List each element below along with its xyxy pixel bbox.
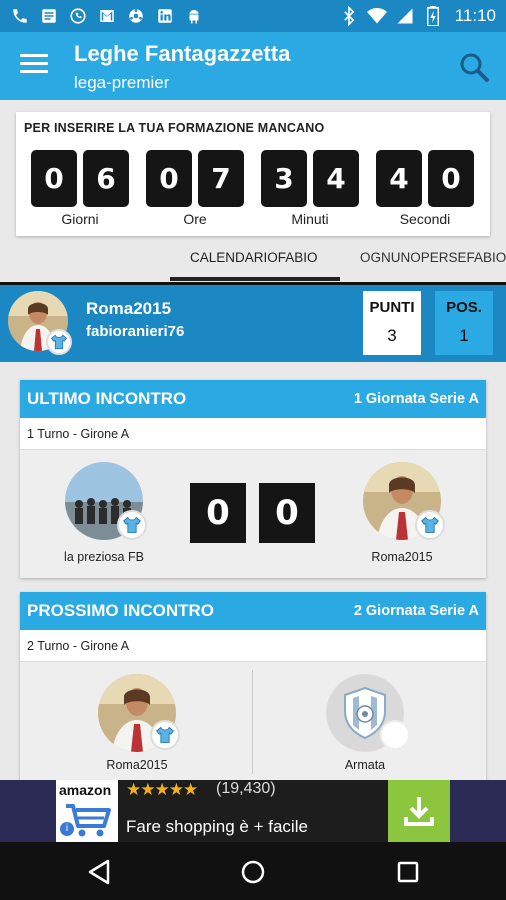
- away-team-name: Armata: [344, 758, 386, 772]
- card-title: ULTIMO INCONTRO: [27, 389, 187, 408]
- round-info: 2 Turno - Girone A: [20, 630, 486, 662]
- countdown-digit: 0: [146, 150, 192, 207]
- matchday-label: 1 Giornata Serie A: [353, 391, 479, 407]
- menu-icon[interactable]: [20, 54, 48, 76]
- countdown-digit: 4: [376, 150, 422, 207]
- home-icon[interactable]: [239, 858, 267, 886]
- message-icon: [39, 6, 59, 26]
- gmail-icon: [97, 6, 117, 26]
- app-title: Leghe Fantagazzetta: [74, 41, 291, 66]
- tab-ognunopersefabio[interactable]: OGNUNOPERSEFABIO: [360, 250, 506, 265]
- away-score: 0: [259, 483, 315, 543]
- countdown-digit: 7: [198, 150, 244, 207]
- countdown-digit: 0: [428, 150, 474, 207]
- jersey-icon: [380, 720, 410, 750]
- away-team-name: Roma2015: [371, 550, 433, 564]
- divider: [252, 670, 253, 774]
- whatsapp-icon: [68, 6, 88, 26]
- back-icon[interactable]: [86, 858, 114, 886]
- position-box: POS. 1: [435, 291, 493, 355]
- position-label: POS.: [446, 299, 482, 316]
- bluetooth-icon: [339, 6, 359, 26]
- jersey-icon: [150, 720, 180, 750]
- countdown-title: PER INSERIRE LA TUA FORMAZIONE MANCANO: [24, 121, 325, 135]
- ad-content[interactable]: amazon i ★★★★★ (19,430) Fare shopping è …: [56, 780, 450, 842]
- countdown-hours: 0 7 Ore: [146, 150, 246, 230]
- home-team-name: Roma2015: [106, 758, 168, 772]
- signal-icon: [395, 6, 415, 26]
- team-name: Roma2015: [86, 299, 172, 318]
- points-box: PUNTI 3: [363, 291, 421, 355]
- countdown-digit: 4: [313, 150, 359, 207]
- download-icon: [404, 797, 434, 826]
- ad-banner[interactable]: amazon i ★★★★★ (19,430) Fare shopping è …: [0, 780, 506, 842]
- countdown-digit: 6: [83, 150, 129, 207]
- countdown-digit: 0: [31, 150, 77, 207]
- wifi-icon: [366, 6, 387, 26]
- match-body: Roma2015 Armata: [20, 662, 486, 782]
- android-icon: [184, 6, 204, 26]
- countdown-digit: 3: [261, 150, 307, 207]
- tab-indicator: [170, 277, 340, 281]
- jersey-icon: [117, 510, 147, 540]
- review-count: (19,430): [216, 780, 276, 797]
- formation-countdown: PER INSERIRE LA TUA FORMAZIONE MANCANO 0…: [16, 112, 490, 236]
- linkedin-icon: [155, 6, 175, 26]
- amazon-logo: amazon i: [56, 780, 118, 842]
- ad-text: Fare shopping è + facile: [126, 817, 308, 836]
- matchday-label: 2 Giornata Serie A: [353, 603, 479, 619]
- search-icon[interactable]: [458, 51, 490, 83]
- position-value: 1: [459, 326, 469, 345]
- clock: 11:10: [454, 6, 496, 25]
- jersey-icon: [415, 510, 445, 540]
- match-body: la preziosa FB 0 0 Roma2015: [20, 450, 486, 578]
- countdown-seconds: 4 0 Secondi: [376, 150, 476, 230]
- card-title: PROSSIMO INCONTRO: [27, 601, 215, 620]
- recents-icon[interactable]: [394, 858, 422, 886]
- jersey-icon: [46, 329, 72, 355]
- download-button[interactable]: [388, 780, 450, 842]
- status-bar: 11:10: [0, 0, 506, 32]
- system-nav-bar: [0, 842, 506, 900]
- card-header: PROSSIMO INCONTRO 2 Giornata Serie A: [20, 592, 486, 630]
- countdown-label: Minuti: [291, 211, 329, 227]
- league-name: lega-premier: [74, 73, 170, 92]
- home-score: 0: [190, 483, 246, 543]
- home-team-name: la preziosa FB: [64, 550, 144, 564]
- battery-icon: [423, 6, 443, 26]
- ball-icon: [126, 6, 146, 26]
- team-owner: fabioranieri76: [86, 323, 185, 340]
- info-icon[interactable]: i: [60, 822, 74, 836]
- countdown-label: Ore: [183, 211, 207, 227]
- round-info: 1 Turno - Girone A: [20, 418, 486, 450]
- countdown-label: Secondi: [399, 211, 451, 227]
- points-label: PUNTI: [369, 299, 415, 316]
- tab-bar: CALENDARIOFABIO OGNUNOPERSEFABIO: [0, 240, 506, 282]
- ad-brand: amazon: [59, 782, 112, 798]
- phone-icon: [10, 6, 30, 26]
- last-match-card[interactable]: ULTIMO INCONTRO 1 Giornata Serie A 1 Tur…: [20, 380, 486, 578]
- card-header: ULTIMO INCONTRO 1 Giornata Serie A: [20, 380, 486, 418]
- round-text: 1 Turno - Girone A: [27, 427, 130, 441]
- countdown-days: 0 6 Giorni: [31, 150, 131, 230]
- points-value: 3: [387, 326, 397, 345]
- team-header: Roma2015 fabioranieri76 PUNTI 3 POS. 1: [0, 282, 506, 362]
- app-bar: Leghe Fantagazzetta lega-premier: [0, 32, 506, 100]
- countdown-label: Giorni: [61, 211, 99, 227]
- round-text: 2 Turno - Girone A: [27, 639, 130, 653]
- countdown-minutes: 3 4 Minuti: [261, 150, 361, 230]
- tab-calendariofabio[interactable]: CALENDARIOFABIO: [190, 250, 318, 265]
- rating-stars: ★★★★★: [126, 780, 198, 799]
- next-match-card[interactable]: PROSSIMO INCONTRO 2 Giornata Serie A 2 T…: [20, 592, 486, 782]
